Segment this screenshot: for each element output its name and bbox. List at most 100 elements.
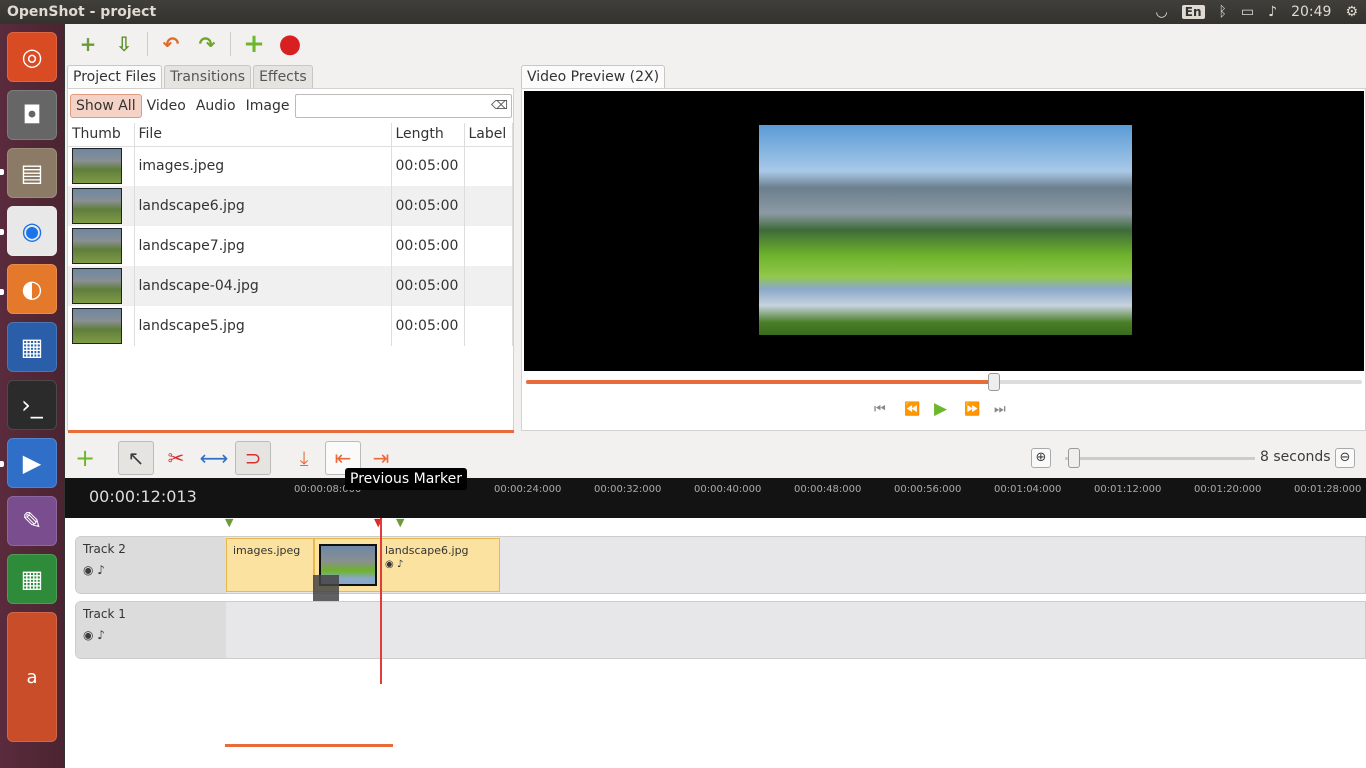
- main-toolbar: + ⇩ ↶ ↷ + ●: [65, 24, 1366, 64]
- preview-scrubber[interactable]: [526, 373, 1362, 391]
- clock[interactable]: 20:49: [1291, 4, 1331, 20]
- file-thumbnail: [72, 308, 122, 344]
- paint-app-icon[interactable]: ✎: [7, 496, 57, 546]
- table-row[interactable]: images.jpeg 00:05:00: [68, 146, 513, 186]
- preview-screen: [524, 91, 1364, 371]
- ruler-tick: 00:00:48:000: [794, 484, 862, 495]
- ruler-tick: 00:01:28:000: [1294, 484, 1362, 495]
- play-icon[interactable]: ▶: [934, 399, 947, 419]
- filter-show-all-button[interactable]: Show All: [70, 94, 142, 118]
- tab-effects[interactable]: Effects: [253, 65, 313, 88]
- add-track-icon[interactable]: +: [67, 441, 103, 475]
- file-thumbnail: [72, 148, 122, 185]
- bluetooth-icon[interactable]: ᛒ: [1219, 4, 1227, 20]
- openshot-window: + ⇩ ↶ ↷ + ● Project Files Transitions Ef…: [65, 24, 1366, 768]
- openshot-app-icon[interactable]: ▶: [7, 438, 57, 488]
- rewind-icon[interactable]: ⏪: [904, 402, 920, 417]
- column-header-thumb[interactable]: Thumb: [68, 123, 135, 147]
- project-files-panel: Show All Video Audio Image ⌫ Thumb File …: [67, 88, 514, 433]
- file-length: 00:05:00: [391, 306, 465, 346]
- preview-frame-image: [759, 125, 1132, 335]
- clear-search-icon[interactable]: ⌫: [491, 98, 508, 112]
- zoom-slider-handle[interactable]: [1068, 448, 1080, 468]
- battery-icon[interactable]: ▭: [1241, 4, 1254, 20]
- settings-gear-icon[interactable]: ⚙: [1345, 4, 1358, 20]
- file-name: landscape6.jpg: [134, 186, 392, 226]
- scrubber-progress: [526, 380, 995, 384]
- jump-end-icon[interactable]: ⏭: [994, 402, 1006, 417]
- volume-icon[interactable]: ♪: [1268, 4, 1277, 20]
- track-visibility-audio-icons[interactable]: ◉ ♪: [83, 563, 105, 577]
- fast-forward-icon[interactable]: ⏩: [964, 402, 980, 417]
- center-timeline-icon[interactable]: ⟷: [196, 441, 232, 475]
- track-header: Track 2 ◉ ♪: [76, 537, 226, 593]
- track-2[interactable]: Track 2 ◉ ♪ images.jpeg landscape6.jpg ◉…: [75, 536, 1366, 615]
- filter-image-button[interactable]: Image: [241, 95, 295, 117]
- track-visibility-audio-icons[interactable]: ◉ ♪: [83, 628, 105, 642]
- undo-icon[interactable]: ↶: [158, 31, 184, 57]
- playhead-line[interactable]: [380, 518, 382, 684]
- razor-tool-icon[interactable]: ✂: [158, 441, 194, 475]
- file-name: landscape5.jpg: [134, 306, 392, 346]
- filter-video-button[interactable]: Video: [142, 95, 191, 117]
- app-stack-icons[interactable]: a: [7, 612, 57, 742]
- firefox-app-icon[interactable]: ◐: [7, 264, 57, 314]
- table-row[interactable]: landscape5.jpg 00:05:00: [68, 306, 513, 346]
- redo-icon[interactable]: ↷: [194, 31, 220, 57]
- tooltip-previous-marker: Previous Marker: [345, 468, 468, 490]
- track-name: Track 2: [83, 542, 126, 556]
- file-length: 00:05:00: [391, 266, 465, 306]
- keyboard-language[interactable]: En: [1181, 5, 1205, 19]
- marker-icon[interactable]: ▼: [396, 516, 404, 529]
- add-marker-icon[interactable]: ⤓: [286, 441, 322, 475]
- table-row[interactable]: landscape6.jpg 00:05:00: [68, 186, 513, 226]
- chrome-app-icon[interactable]: ◉: [7, 206, 57, 256]
- scrubber-handle[interactable]: [988, 373, 1001, 391]
- select-tool-icon[interactable]: ↖: [118, 441, 154, 475]
- file-label: [464, 226, 513, 266]
- zoom-in-icon[interactable]: ⊕: [1031, 448, 1051, 468]
- import-files-icon[interactable]: ⇩: [111, 31, 137, 57]
- files-app-icon[interactable]: ▤: [7, 148, 57, 198]
- file-thumbnail: [72, 228, 122, 264]
- writer-app-icon[interactable]: ▦: [7, 322, 57, 372]
- timeline-tracks: ▼ ▼ ▼ Track 2 ◉ ♪ images.jpeg landscape6…: [65, 516, 1366, 768]
- tab-project-files[interactable]: Project Files: [67, 65, 163, 88]
- clip-visibility-audio-icons[interactable]: ◉ ♪: [385, 559, 403, 570]
- record-icon[interactable]: ●: [277, 29, 303, 59]
- file-search-input[interactable]: ⌫: [295, 94, 512, 118]
- track-name: Track 1: [83, 607, 126, 621]
- track-1[interactable]: Track 1 ◉ ♪: [75, 601, 1366, 659]
- clip-name: images.jpeg: [233, 544, 301, 557]
- snapping-magnet-icon[interactable]: ⊃: [235, 441, 271, 475]
- add-track-icon[interactable]: +: [241, 29, 267, 59]
- filter-audio-button[interactable]: Audio: [191, 95, 241, 117]
- timeline-clip[interactable]: landscape6.jpg ◉ ♪: [314, 538, 500, 592]
- timeline-scrollbar[interactable]: [225, 744, 393, 747]
- marker-icon[interactable]: ▼: [225, 516, 233, 529]
- file-name: landscape7.jpg: [134, 226, 392, 266]
- camera-app-icon[interactable]: ◘: [7, 90, 57, 140]
- table-row[interactable]: landscape-04.jpg 00:05:00: [68, 266, 513, 306]
- timeline-ruler[interactable]: 00:00:12:013 00:00:08:000 00:00:24:000 0…: [65, 478, 1366, 518]
- terminal-app-icon[interactable]: ›_: [7, 380, 57, 430]
- file-name: landscape-04.jpg: [134, 266, 392, 306]
- table-row[interactable]: landscape7.jpg 00:05:00: [68, 226, 513, 266]
- file-thumbnail: [72, 268, 122, 304]
- zoom-slider[interactable]: [1065, 457, 1255, 460]
- calc-app-icon[interactable]: ▦: [7, 554, 57, 604]
- column-header-file[interactable]: File: [134, 123, 392, 147]
- window-title: OpenShot - project: [7, 4, 157, 20]
- wifi-icon[interactable]: ◡: [1156, 4, 1168, 20]
- zoom-out-icon[interactable]: ⊖: [1335, 448, 1355, 468]
- timeline-clip[interactable]: images.jpeg: [226, 538, 314, 592]
- file-length: 00:05:00: [391, 186, 465, 226]
- tab-video-preview[interactable]: Video Preview (2X): [521, 65, 666, 88]
- jump-start-icon[interactable]: ⏮: [874, 402, 886, 417]
- column-header-length[interactable]: Length: [391, 123, 465, 147]
- column-header-label[interactable]: Label: [464, 123, 513, 147]
- top-panel: OpenShot - project ◡ En ᛒ ▭ ♪ 20:49 ⚙: [0, 0, 1366, 24]
- tab-transitions[interactable]: Transitions: [164, 65, 252, 88]
- ubuntu-dash-icon[interactable]: ◎: [7, 32, 57, 82]
- new-project-icon[interactable]: +: [75, 31, 101, 57]
